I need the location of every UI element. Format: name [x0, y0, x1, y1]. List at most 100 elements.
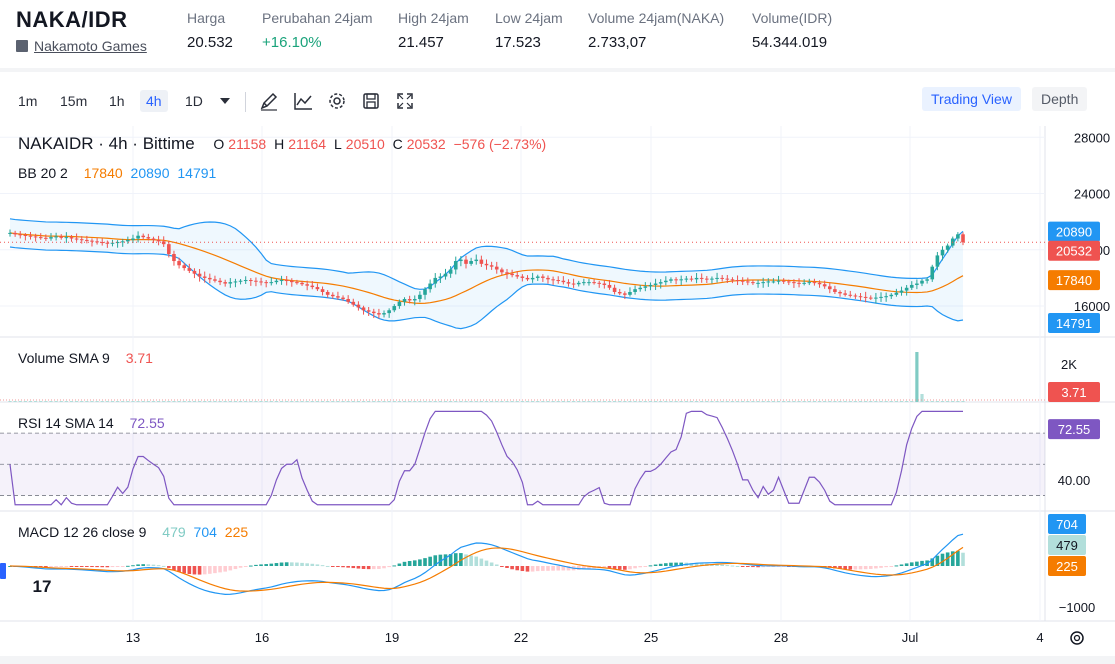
save-icon[interactable]: [360, 90, 382, 112]
macd-histogram-bar: [90, 566, 94, 568]
candle-body: [187, 268, 192, 271]
candle-body: [377, 313, 381, 315]
chart-area[interactable]: 131619222528Jul4280002400020000160002089…: [0, 126, 1115, 656]
volume-bar: [776, 401, 781, 402]
macd-histogram-bar: [720, 564, 724, 566]
candle-body: [894, 292, 899, 295]
volume-bar: [336, 401, 340, 402]
project-link[interactable]: Nakamoto Games: [16, 38, 147, 54]
volume-bar: [802, 401, 806, 402]
macd-histogram-bar: [213, 566, 217, 574]
volume-bar: [500, 401, 504, 402]
timeframe-4h[interactable]: 4h: [140, 90, 168, 112]
settings-icon[interactable]: [326, 90, 348, 112]
macd-histogram-bar: [218, 566, 222, 573]
macd-histogram-bar: [254, 564, 258, 566]
volume-bar: [213, 401, 217, 402]
volume-bar: [551, 401, 555, 402]
rsi-value-label: 72.55: [1058, 422, 1091, 437]
fullscreen-icon[interactable]: [394, 90, 416, 112]
macd-histogram-bar: [884, 566, 888, 568]
candle-body: [863, 296, 868, 298]
volume-bar: [326, 401, 330, 402]
volume-bar: [710, 401, 714, 402]
candle-body: [208, 277, 212, 280]
volume-bar: [269, 401, 273, 402]
macd-histogram-bar: [187, 566, 192, 575]
macd-histogram-bar: [243, 566, 248, 567]
candle-body: [551, 279, 555, 281]
candle-body: [243, 280, 248, 282]
candle-body: [418, 294, 422, 300]
macd-legend: MACD 12 26 close 9 479 704 225: [18, 524, 252, 540]
volume-bar: [679, 401, 683, 402]
volume-bar: [172, 401, 176, 402]
macd-histogram-bar: [961, 552, 965, 566]
candle-body: [833, 289, 837, 292]
candle-body: [633, 289, 637, 292]
macd-histogram-bar: [161, 565, 166, 567]
candle-body: [407, 299, 412, 301]
timeframe-1d[interactable]: 1D: [179, 90, 209, 112]
candle-body: [535, 276, 540, 278]
macd-histogram-bar: [628, 566, 632, 570]
macd-histogram-bar: [863, 566, 868, 570]
volume-legend: Volume SMA 9 3.71: [18, 350, 157, 366]
timeframe-1m[interactable]: 1m: [12, 90, 43, 112]
candle-body: [705, 278, 709, 280]
candle-body: [617, 291, 622, 294]
indicator-icon[interactable]: [292, 90, 314, 112]
volume-bar: [633, 401, 637, 402]
macd-histogram-bar: [284, 562, 289, 566]
draw-icon[interactable]: [258, 90, 280, 112]
candle-body: [443, 273, 448, 277]
timeframe-15m[interactable]: 15m: [54, 90, 93, 112]
volume-bar: [490, 401, 494, 402]
macd-histogram-bar: [500, 566, 504, 567]
volume-bar: [443, 401, 448, 402]
ohlc-change: −576 (−2.73%): [453, 136, 547, 152]
volume-bar: [361, 401, 366, 402]
volume-name: Volume SMA 9: [18, 350, 110, 366]
volume-bar: [894, 401, 898, 402]
ohlc-close: 20532: [406, 136, 446, 152]
volume-bar: [879, 401, 883, 402]
candle-body: [141, 235, 146, 238]
macd-histogram-bar: [669, 562, 673, 566]
candle-body: [469, 261, 473, 264]
timeframe-1h[interactable]: 1h: [103, 90, 131, 112]
volume-bar: [761, 401, 765, 402]
volume-bar: [869, 401, 873, 402]
volume-bar: [8, 401, 12, 402]
volume-bar: [300, 401, 304, 402]
volume-bar: [520, 401, 524, 402]
stat-value: +16.10%: [262, 34, 322, 51]
macd-histogram-bar: [535, 566, 540, 572]
volume-bar: [905, 401, 909, 402]
candle-body: [233, 281, 238, 283]
candle-body: [930, 266, 935, 280]
macd-histogram-bar: [735, 565, 740, 567]
volume-bar: [828, 401, 832, 402]
trading-view-button[interactable]: Trading View: [922, 87, 1021, 111]
macd-histogram-bar: [643, 566, 648, 567]
chart-canvas[interactable]: 131619222528Jul4280002400020000160002089…: [0, 126, 1115, 656]
volume-bar: [797, 401, 801, 402]
volume-bar: [884, 401, 888, 402]
stat-value: 54.344.019: [752, 34, 828, 51]
macd-histogram-bar: [223, 566, 227, 572]
candle-body: [264, 282, 268, 284]
candle-body: [284, 280, 289, 282]
depth-button[interactable]: Depth: [1032, 87, 1088, 111]
volume-bar: [162, 401, 166, 402]
macd-histogram-bar: [305, 563, 309, 566]
candle-body: [218, 280, 222, 283]
macd-histogram-bar: [904, 563, 909, 566]
volume-bar: [956, 401, 960, 402]
timeframe-dropdown-icon[interactable]: [220, 98, 230, 104]
candle-body: [648, 284, 653, 287]
volume-bar: [607, 401, 612, 402]
macd-histogram-bar: [423, 558, 427, 566]
candle-body: [197, 273, 202, 277]
macd-histogram-bar: [617, 566, 622, 570]
